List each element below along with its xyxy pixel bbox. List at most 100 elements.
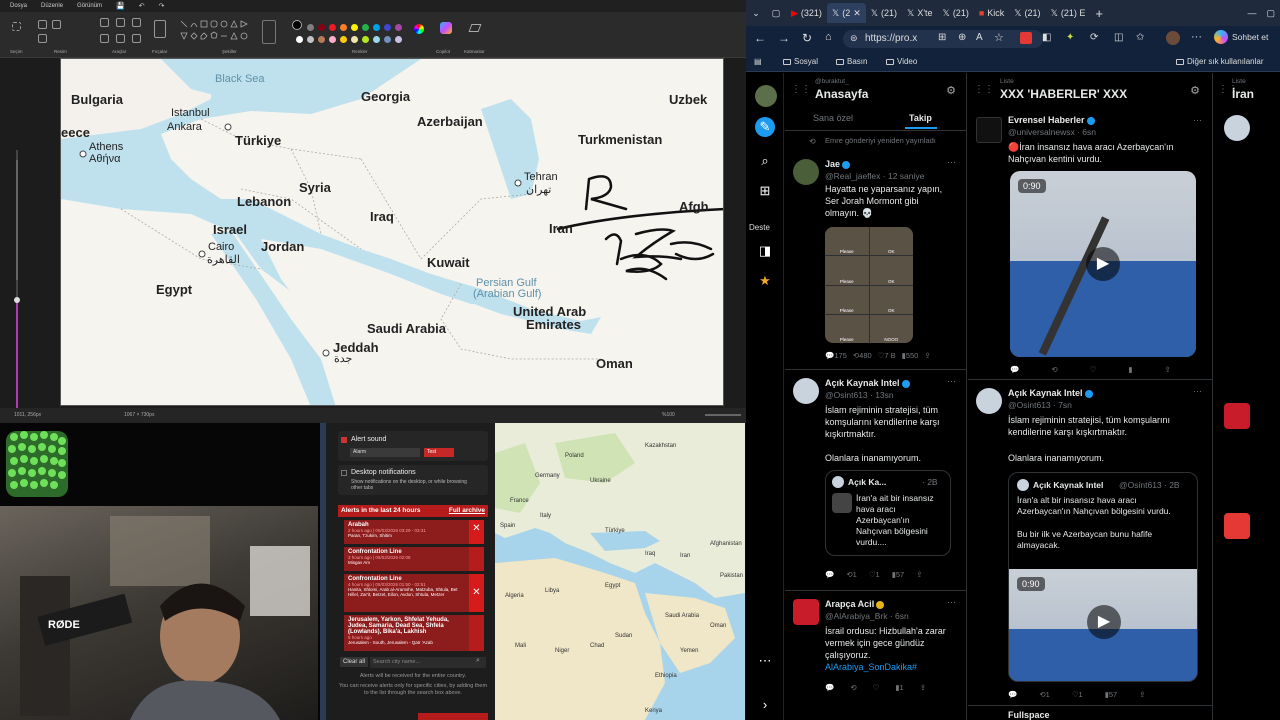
quoted-video[interactable]: 0:90 ▶: [1009, 569, 1197, 681]
read-aloud-icon[interactable]: A: [976, 32, 983, 43]
sync-icon[interactable]: ⟳: [1090, 32, 1098, 43]
avatar[interactable]: [1224, 115, 1250, 141]
color-swatch[interactable]: [307, 24, 314, 31]
star-icon[interactable]: ★: [755, 271, 775, 291]
color-swatch[interactable]: [351, 36, 358, 43]
avatar[interactable]: [976, 117, 1002, 143]
fill-icon[interactable]: [116, 18, 125, 27]
rotate-icon[interactable]: [38, 34, 47, 43]
compose-icon[interactable]: ✎: [755, 117, 775, 137]
save-icon[interactable]: 💾: [116, 2, 125, 10]
split-screen-icon[interactable]: ◫: [1114, 32, 1123, 43]
avatar[interactable]: [976, 388, 1002, 414]
copilot-button[interactable]: Sohbet et: [1214, 30, 1268, 44]
avatar[interactable]: [1224, 403, 1250, 429]
shapes-gallery-icon[interactable]: [178, 18, 253, 44]
expand-icon[interactable]: ›: [755, 695, 775, 715]
color-swatch[interactable]: [362, 24, 369, 31]
tweet[interactable]: Fullspace: [968, 705, 1212, 720]
views-icon[interactable]: ▮550: [902, 351, 919, 360]
extension-icon[interactable]: ◧: [1042, 32, 1051, 43]
reply-icon[interactable]: 💬: [825, 683, 834, 692]
bookmark-folder-sosyal[interactable]: Sosyal: [783, 57, 818, 66]
dismiss-alert-icon[interactable]: ✕: [469, 520, 484, 544]
city-search-input[interactable]: Search city name...: [370, 657, 486, 668]
workspaces-icon[interactable]: ▢: [766, 3, 786, 23]
reply-icon[interactable]: 💬175: [825, 351, 847, 360]
color-swatch[interactable]: [318, 36, 325, 43]
tweet[interactable]: Arapça Acil @AlArabiya_Brk · 6sn ··· İsr…: [785, 590, 966, 710]
retweet-icon[interactable]: ⟲: [850, 683, 856, 692]
search-icon[interactable]: ⌕: [476, 657, 480, 665]
tweet-more-icon[interactable]: ···: [947, 157, 956, 167]
color-swatch[interactable]: [351, 24, 358, 31]
retweet-icon[interactable]: ⟲1: [846, 570, 856, 579]
play-icon[interactable]: ▶: [1087, 605, 1121, 639]
more-menu-icon[interactable]: ···: [1191, 31, 1202, 43]
menu-edit[interactable]: Düzenle: [41, 3, 63, 9]
resize-icon[interactable]: [52, 20, 61, 29]
color-swatch[interactable]: [329, 24, 336, 31]
tab-kick[interactable]: ■ Kick: [974, 3, 1009, 23]
views-icon[interactable]: ▮57: [1105, 690, 1117, 699]
tab-x[interactable]: 𝕏 (21): [1009, 3, 1045, 23]
avatar[interactable]: [793, 599, 819, 625]
tweet-more-icon[interactable]: ···: [1193, 386, 1202, 396]
tweet-more-icon[interactable]: ···: [947, 376, 956, 386]
user-avatar[interactable]: [755, 85, 777, 107]
app-available-icon[interactable]: ⊞: [938, 32, 946, 43]
tweet-author[interactable]: Fullspace: [1008, 710, 1050, 720]
add-column-icon[interactable]: ⊞: [755, 181, 775, 201]
quoted-tweet[interactable]: Açık Kaynak Intel @Osint613 · 2B İran'a …: [1008, 472, 1198, 682]
tab-x[interactable]: 𝕏 (21) E: [1046, 3, 1091, 23]
retweet-icon[interactable]: ⟲1: [1039, 690, 1049, 699]
zoom-slider[interactable]: [705, 414, 741, 416]
bookmark-folder-basin[interactable]: Basın: [836, 57, 867, 66]
crop-icon[interactable]: [38, 20, 47, 29]
reply-icon[interactable]: 💬: [825, 570, 834, 579]
back-icon[interactable]: ←: [754, 31, 766, 45]
extension-green-icon[interactable]: ✦: [1066, 32, 1074, 43]
color-swatch[interactable]: [362, 36, 369, 43]
color-picker-icon[interactable]: [116, 34, 125, 43]
alert-sound-checkbox[interactable]: [341, 437, 347, 443]
views-icon[interactable]: ▮1: [895, 683, 903, 692]
drag-handle-icon[interactable]: ⋮⋮: [974, 84, 994, 95]
tweet-author[interactable]: Açık Kaynak Intel: [1008, 388, 1093, 398]
tweet-meme-image[interactable]: Please OK Please OK Please OK Please NOOO: [825, 227, 913, 343]
reply-icon[interactable]: 💬: [1008, 690, 1017, 699]
map-canvas[interactable]: Black Sea Bulgaria Georgia Uzbek Istanbu…: [60, 58, 724, 406]
alert-item[interactable]: Arabah 2 hours ago | 05/03/2026 03:29 - …: [344, 520, 484, 544]
more-icon[interactable]: ⋯: [755, 651, 775, 671]
close-tab-icon[interactable]: ✕: [853, 8, 861, 19]
tab-youtube[interactable]: ▶ (321): [786, 3, 827, 23]
selection-icon[interactable]: [12, 22, 21, 31]
profile-avatar[interactable]: [1166, 31, 1180, 45]
eraser-icon[interactable]: [100, 34, 109, 43]
maximize-icon[interactable]: ▢: [1261, 3, 1280, 23]
bookmark-feed-icon[interactable]: ▤: [754, 57, 762, 66]
deck-icon[interactable]: ◨: [755, 241, 775, 261]
like-icon[interactable]: ♡: [873, 683, 880, 692]
tab-following[interactable]: Takip: [909, 113, 932, 123]
search-icon[interactable]: ⌕: [755, 151, 775, 171]
tweet-more-icon[interactable]: ···: [1193, 115, 1202, 125]
share-icon[interactable]: ⇪: [924, 351, 930, 360]
tweet-author[interactable]: Arapça Acil: [825, 599, 885, 609]
column-settings-icon[interactable]: ⚙: [946, 84, 956, 97]
tab-x-active[interactable]: 𝕏 (2 ✕: [826, 3, 866, 23]
color-swatch[interactable]: [292, 20, 302, 30]
dismiss-alert-icon[interactable]: ✕: [469, 574, 484, 612]
refresh-icon[interactable]: ↻: [802, 31, 812, 45]
favorite-star-icon[interactable]: ☆: [994, 31, 1004, 44]
menu-file[interactable]: Dosya: [10, 3, 27, 9]
tweet[interactable]: Açık Kaynak Intel @Osint613 · 7sn ··· İs…: [968, 379, 1212, 709]
magnifier-icon[interactable]: [132, 34, 141, 43]
zoom-level[interactable]: %100: [662, 412, 675, 418]
quoted-tweet[interactable]: Açık Ka... · 2B İran'a ait bir insansız …: [825, 470, 951, 556]
tab-for-you[interactable]: Sana özel: [813, 113, 853, 123]
color-swatch[interactable]: [373, 24, 380, 31]
tab-x[interactable]: 𝕏 (21): [938, 3, 974, 23]
tweet-more-icon[interactable]: ···: [947, 597, 956, 607]
redo-icon[interactable]: ↷: [159, 2, 165, 10]
